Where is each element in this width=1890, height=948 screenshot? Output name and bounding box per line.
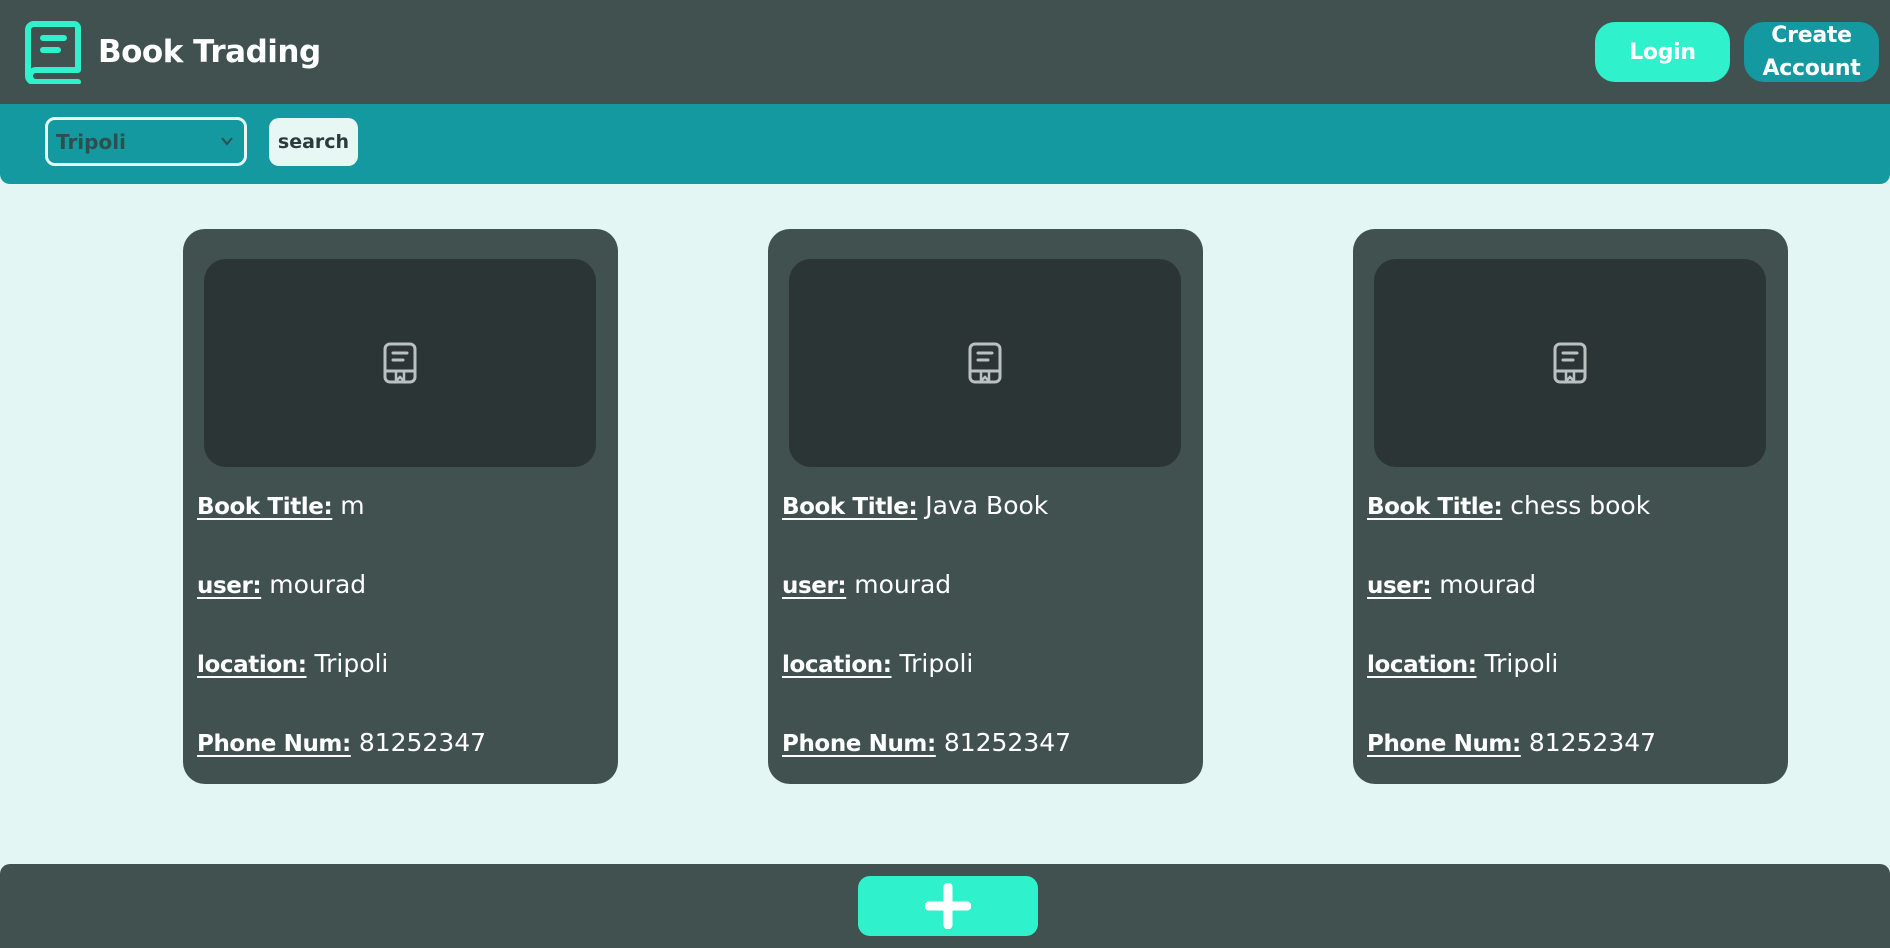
location-value: Tripoli — [1484, 649, 1559, 678]
footer-bar — [0, 864, 1890, 948]
chevron-down-icon — [221, 137, 233, 146]
create-account-button[interactable]: Create Account — [1744, 22, 1879, 82]
brand-name: Book Trading — [98, 34, 321, 70]
book-card[interactable]: Book Title: Java Book user: mourad locatio… — [768, 229, 1203, 784]
search-button[interactable]: search — [269, 118, 358, 166]
book-icon — [383, 342, 417, 385]
login-button[interactable]: Login — [1595, 22, 1730, 82]
book-title-value: chess book — [1510, 491, 1651, 520]
phone-value: 81252347 — [1528, 728, 1657, 757]
user-field: user: mourad — [782, 570, 951, 599]
location-value: Tripoli — [314, 649, 389, 678]
user-value: mourad — [854, 570, 952, 599]
book-icon — [1553, 342, 1587, 385]
book-card[interactable]: Book Title: chess book user: mourad locati… — [1353, 229, 1788, 784]
book-title-label: Book Title: — [782, 494, 918, 520]
user-label: user: — [782, 573, 847, 599]
book-title-value: m — [340, 491, 365, 520]
book-title-label: Book Title: — [1367, 494, 1503, 520]
user-value: mourad — [269, 570, 367, 599]
book-icon — [968, 342, 1002, 385]
book-logo-icon — [25, 21, 81, 84]
user-field: user: mourad — [1367, 570, 1536, 599]
location-value: Tripoli — [899, 649, 974, 678]
filter-bar: Tripoli search — [0, 104, 1890, 184]
book-image-placeholder — [789, 259, 1181, 467]
book-title-label: Book Title: — [197, 494, 333, 520]
phone-label: Phone Num: — [1367, 731, 1521, 757]
book-title-value: Java Book — [925, 491, 1049, 520]
user-field: user: mourad — [197, 570, 366, 599]
phone-label: Phone Num: — [197, 731, 351, 757]
phone-field: Phone Num: 81252347 — [1367, 728, 1656, 757]
phone-field: Phone Num: 81252347 — [197, 728, 486, 757]
top-navbar: Book Trading Login Create Account — [0, 0, 1890, 104]
location-field: location: Tripoli — [782, 649, 973, 678]
location-label: location: — [197, 652, 307, 678]
phone-field: Phone Num: 81252347 — [782, 728, 1071, 757]
user-label: user: — [197, 573, 262, 599]
book-card[interactable]: Book Title: m user: mourad location: Tripol… — [183, 229, 618, 784]
phone-value: 81252347 — [358, 728, 487, 757]
book-title-field: Book Title: chess book — [1367, 491, 1650, 520]
location-label: location: — [1367, 652, 1477, 678]
phone-value: 81252347 — [943, 728, 1072, 757]
book-title-field: Book Title: m — [197, 491, 365, 520]
brand[interactable]: Book Trading — [24, 20, 321, 84]
phone-label: Phone Num: — [782, 731, 936, 757]
location-select-value: Tripoli — [56, 129, 126, 154]
book-image-placeholder — [1374, 259, 1766, 467]
plus-icon — [925, 883, 971, 929]
location-label: location: — [782, 652, 892, 678]
location-field: location: Tripoli — [1367, 649, 1558, 678]
add-book-button[interactable] — [858, 876, 1038, 936]
user-value: mourad — [1439, 570, 1537, 599]
location-select[interactable]: Tripoli — [45, 117, 247, 166]
book-title-field: Book Title: Java Book — [782, 491, 1048, 520]
location-field: location: Tripoli — [197, 649, 388, 678]
book-image-placeholder — [204, 259, 596, 467]
user-label: user: — [1367, 573, 1432, 599]
